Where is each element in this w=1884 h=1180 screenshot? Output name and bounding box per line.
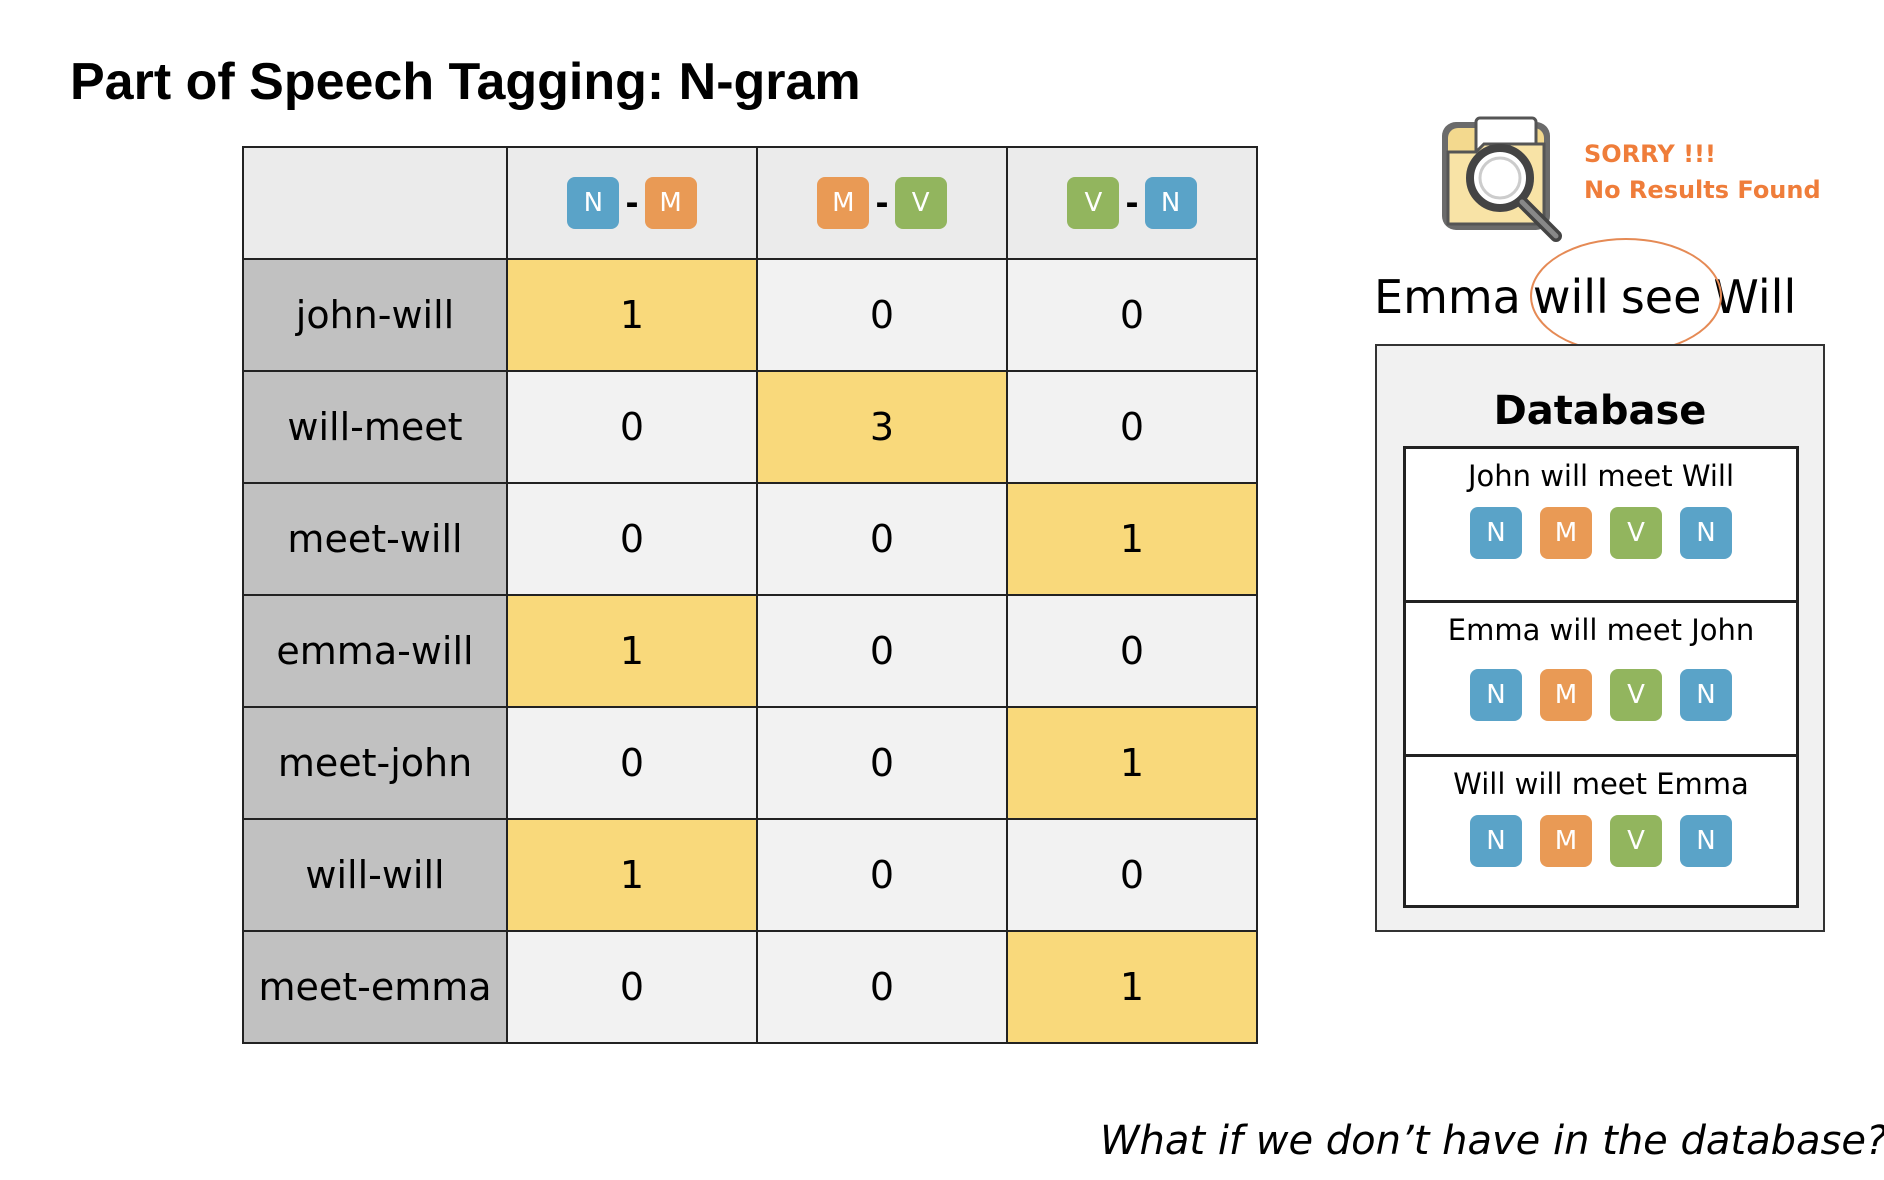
- dash-separator: -: [875, 184, 889, 222]
- count-cell: 1: [1006, 482, 1258, 596]
- page-title: Part of Speech Tagging: N-gram: [70, 53, 861, 111]
- count-cell: 0: [756, 258, 1008, 372]
- folder-search-icon: [1442, 116, 1562, 242]
- tag-v-badge: V: [1610, 507, 1662, 559]
- database-panel: Database John will meet Will NMVN Emma w…: [1375, 344, 1825, 932]
- count-cell: 0: [1006, 594, 1258, 708]
- count-cell: 0: [756, 594, 1008, 708]
- column-header-m-v: M-V: [756, 146, 1008, 260]
- count-cell: 3: [756, 370, 1008, 484]
- database-sentence: John will meet Will: [1467, 459, 1735, 493]
- count-cell: 0: [1006, 258, 1258, 372]
- count-cell: 1: [506, 818, 758, 932]
- column-header-n-m: N-M: [506, 146, 758, 260]
- row-label: meet-will: [242, 482, 508, 596]
- row-label: meet-emma: [242, 930, 508, 1044]
- tag-n-badge: N: [1470, 669, 1522, 721]
- row-label: emma-will: [242, 594, 508, 708]
- database-title: Database: [1493, 388, 1707, 434]
- count-cell: 0: [1006, 818, 1258, 932]
- query-word: Will: [1713, 270, 1797, 324]
- count-cell: 0: [506, 930, 758, 1044]
- count-cell: 0: [1006, 370, 1258, 484]
- row-label: meet-john: [242, 706, 508, 820]
- database-sentence: Emma will meet John: [1447, 613, 1755, 647]
- count-cell: 1: [1006, 930, 1258, 1044]
- query-word: Emma: [1374, 270, 1521, 324]
- tag-m-badge: M: [1540, 669, 1592, 721]
- tag-sequence: NMVN: [1406, 815, 1796, 867]
- count-cell: 0: [756, 706, 1008, 820]
- tag-v-badge: V: [894, 177, 947, 229]
- database-entries: John will meet Will NMVN Emma will meet …: [1403, 446, 1799, 908]
- ngram-table: N-M M-V V-N john-will 1 0 0 will-meet 0 …: [242, 146, 1258, 1044]
- tag-m-badge: M: [644, 177, 697, 229]
- table-row: meet-will 0 0 1: [242, 482, 1258, 596]
- tag-n-badge: N: [1470, 815, 1522, 867]
- count-cell: 1: [506, 258, 758, 372]
- database-entry: Emma will meet John NMVN: [1406, 603, 1796, 757]
- row-label: will-will: [242, 818, 508, 932]
- table-row: john-will 1 0 0: [242, 258, 1258, 372]
- table-row: meet-john 0 0 1: [242, 706, 1258, 820]
- tag-sequence: NMVN: [1406, 507, 1796, 559]
- tag-n-badge: N: [567, 177, 620, 229]
- tag-n-badge: N: [1470, 507, 1522, 559]
- table-row: emma-will 1 0 0: [242, 594, 1258, 708]
- tag-n-badge: N: [1680, 815, 1732, 867]
- dash-separator: -: [1125, 184, 1139, 222]
- count-cell: 0: [756, 818, 1008, 932]
- tag-sequence: NMVN: [1406, 669, 1796, 721]
- tag-v-badge: V: [1610, 669, 1662, 721]
- tag-m-badge: M: [1540, 815, 1592, 867]
- tag-n-badge: N: [1680, 669, 1732, 721]
- count-cell: 1: [506, 594, 758, 708]
- column-header-v-n: V-N: [1006, 146, 1258, 260]
- table-row: will-meet 0 3 0: [242, 370, 1258, 484]
- tag-v-badge: V: [1610, 815, 1662, 867]
- tag-n-badge: N: [1144, 177, 1197, 229]
- tag-v-badge: V: [1067, 177, 1120, 229]
- question-text: What if we don’t have in the database?: [1100, 1118, 1884, 1164]
- count-cell: 0: [506, 370, 758, 484]
- database-entry: Will will meet Emma NMVN: [1406, 757, 1796, 905]
- tag-m-badge: M: [817, 177, 870, 229]
- table-header-row: N-M M-V V-N: [242, 146, 1258, 260]
- count-cell: 1: [1006, 706, 1258, 820]
- database-entry: John will meet Will NMVN: [1406, 449, 1796, 603]
- count-cell: 0: [506, 482, 758, 596]
- table-corner-cell: [242, 146, 508, 260]
- highlight-ellipse: [1530, 238, 1722, 354]
- count-cell: 0: [756, 482, 1008, 596]
- table-row: will-will 1 0 0: [242, 818, 1258, 932]
- database-sentence: Will will meet Emma: [1453, 767, 1749, 801]
- count-cell: 0: [756, 930, 1008, 1044]
- tag-n-badge: N: [1680, 507, 1732, 559]
- count-cell: 0: [506, 706, 758, 820]
- dash-separator: -: [625, 184, 639, 222]
- tag-m-badge: M: [1540, 507, 1592, 559]
- no-results-text: No Results Found: [1584, 176, 1821, 204]
- row-label: john-will: [242, 258, 508, 372]
- table-row: meet-emma 0 0 1: [242, 930, 1258, 1044]
- sorry-text: SORRY !!!: [1584, 140, 1716, 168]
- row-label: will-meet: [242, 370, 508, 484]
